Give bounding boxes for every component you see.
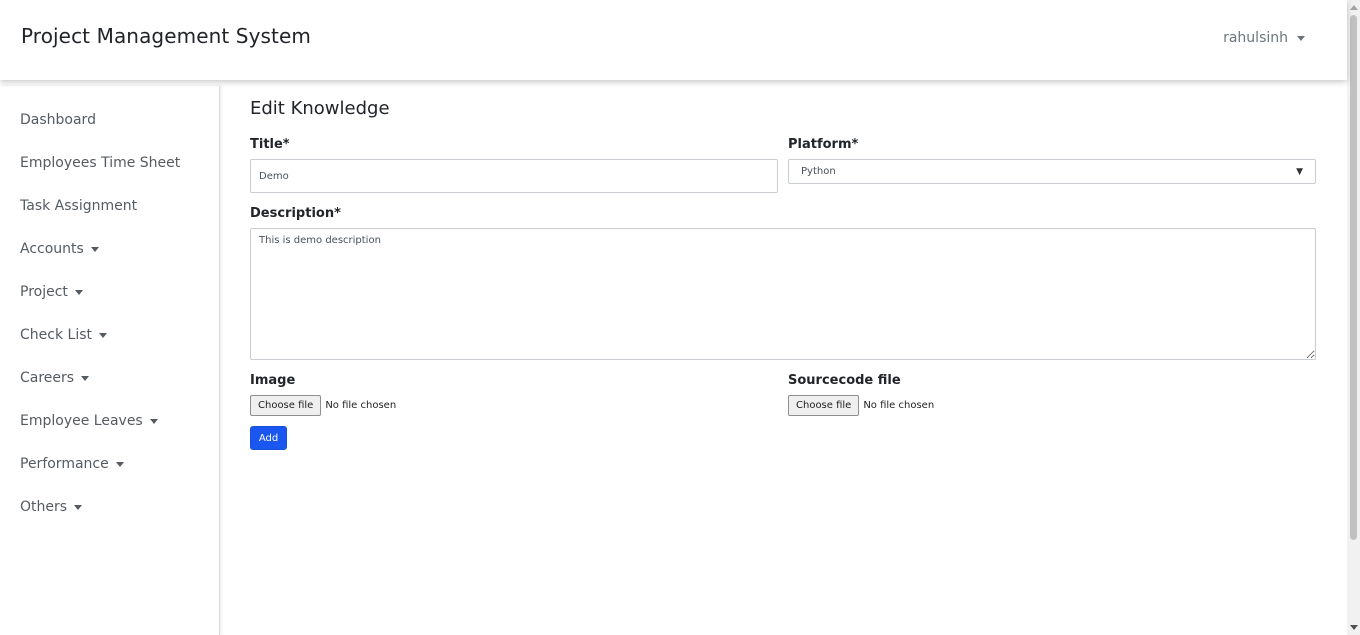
brand-title[interactable]: Project Management System xyxy=(21,24,311,48)
sidebar-item-label: Performance xyxy=(20,456,109,472)
sidebar-item-task-assignment[interactable]: Task Assignment xyxy=(20,198,137,214)
sourcecode-file-status: No file chosen xyxy=(863,400,935,411)
sidebar-item-label: Careers xyxy=(20,370,75,386)
dropdown-arrow-icon: ▼ xyxy=(1296,166,1303,177)
user-name: rahulsinh xyxy=(1223,30,1288,46)
image-file-input[interactable]: Choose file No file chosen xyxy=(250,395,396,416)
platform-selected-value: Python xyxy=(801,166,836,177)
sidebar-item-performance[interactable]: Performance xyxy=(20,456,124,472)
sourcecode-choose-file-button[interactable]: Choose file xyxy=(788,395,860,416)
sidebar-item-employees-time-sheet[interactable]: Employees Time Sheet xyxy=(20,155,180,171)
title-label: Title* xyxy=(250,137,290,152)
caret-down-icon xyxy=(74,504,83,510)
user-menu-dropdown[interactable]: rahulsinh xyxy=(1223,30,1305,46)
description-textarea[interactable]: This is demo description xyxy=(250,228,1316,360)
caret-down-icon xyxy=(99,332,107,338)
image-choose-file-button[interactable]: Choose file xyxy=(250,395,322,416)
image-label: Image xyxy=(250,373,296,388)
caret-down-icon xyxy=(1297,35,1305,41)
scroll-down-arrow-icon[interactable] xyxy=(1350,625,1358,630)
caret-down-icon xyxy=(149,418,158,424)
page-scrollbar[interactable] xyxy=(1347,0,1360,635)
scrollbar-thumb[interactable] xyxy=(1350,15,1357,540)
caret-down-icon xyxy=(81,375,90,381)
caret-down-icon xyxy=(115,461,124,467)
sidebar-item-project[interactable]: Project xyxy=(20,284,83,300)
sidebar-item-dashboard[interactable]: Dashboard xyxy=(20,112,96,128)
description-label: Description* xyxy=(250,206,341,221)
top-navbar: Project Management System rahulsinh xyxy=(0,0,1347,80)
page-title: Edit Knowledge xyxy=(250,98,390,119)
title-input[interactable] xyxy=(250,159,778,193)
sidebar-item-accounts[interactable]: Accounts xyxy=(20,241,99,257)
sidebar-item-label: Project xyxy=(20,284,68,300)
caret-down-icon xyxy=(74,289,83,295)
sidebar-item-label: Employees Time Sheet xyxy=(20,155,181,171)
scroll-up-arrow-icon[interactable] xyxy=(1350,5,1358,10)
sourcecode-label: Sourcecode file xyxy=(788,373,901,388)
platform-label: Platform* xyxy=(788,137,859,152)
image-file-status: No file chosen xyxy=(325,400,397,411)
sidebar-item-label: Dashboard xyxy=(20,112,96,128)
sidebar-item-label: Accounts xyxy=(20,241,84,257)
sidebar-item-others[interactable]: Others xyxy=(20,499,83,515)
sidebar: Dashboard Employees Time Sheet Task Assi… xyxy=(0,86,220,635)
sidebar-item-careers[interactable]: Careers xyxy=(20,370,90,386)
sidebar-item-label: Check List xyxy=(20,327,92,343)
caret-down-icon xyxy=(90,246,99,252)
platform-select[interactable]: Python ▼ xyxy=(788,159,1316,184)
sidebar-item-label: Employee Leaves xyxy=(20,413,143,429)
sourcecode-file-input[interactable]: Choose file No file chosen xyxy=(788,395,934,416)
sidebar-item-label: Task Assignment xyxy=(20,198,138,214)
add-button[interactable]: Add xyxy=(250,426,287,450)
sidebar-item-employee-leaves[interactable]: Employee Leaves xyxy=(20,413,158,429)
sidebar-item-check-list[interactable]: Check List xyxy=(20,327,107,343)
sidebar-item-label: Others xyxy=(20,499,68,515)
